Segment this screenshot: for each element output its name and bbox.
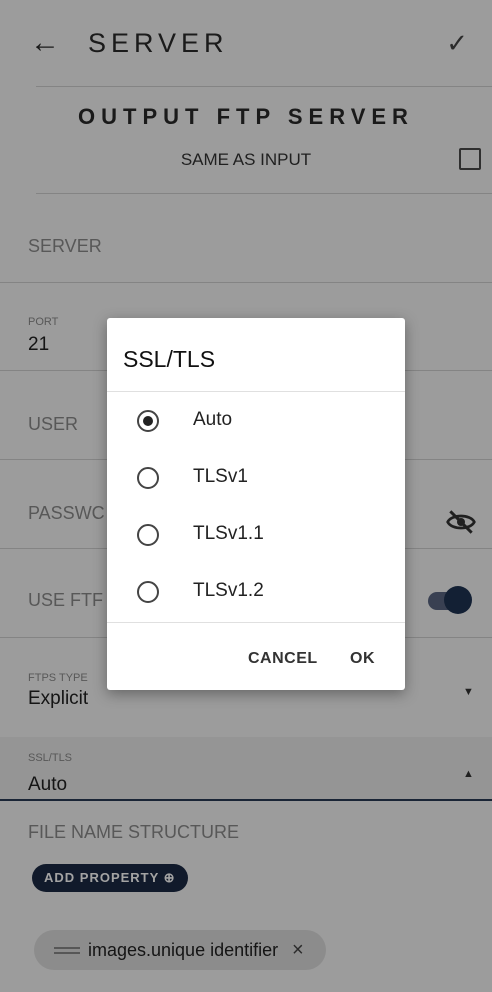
option-label: TLSv1: [193, 466, 248, 487]
dialog-divider: [107, 391, 405, 392]
dialog-divider: [107, 622, 405, 623]
option-label: TLSv1.1: [193, 523, 264, 544]
option-label: TLSv1.2: [193, 580, 264, 601]
radio-unchecked-icon[interactable]: [137, 524, 159, 546]
radio-option-auto[interactable]: Auto: [107, 394, 405, 448]
dialog-title: SSL/TLS: [123, 346, 216, 372]
ssl-tls-dialog: SSL/TLS Auto TLSv1 TLSv1.1 TLSv1.2 CANCE…: [107, 318, 405, 690]
ok-button[interactable]: OK: [350, 650, 375, 668]
radio-unchecked-icon[interactable]: [137, 467, 159, 489]
option-label: Auto: [193, 409, 233, 430]
radio-option-tlsv1-2[interactable]: TLSv1.2: [107, 565, 405, 619]
radio-unchecked-icon[interactable]: [137, 581, 159, 603]
cancel-button[interactable]: CANCEL: [248, 650, 318, 668]
radio-checked-icon[interactable]: [137, 410, 159, 432]
radio-option-tlsv1[interactable]: TLSv1: [107, 451, 405, 505]
radio-option-tlsv1-1[interactable]: TLSv1.1: [107, 508, 405, 562]
